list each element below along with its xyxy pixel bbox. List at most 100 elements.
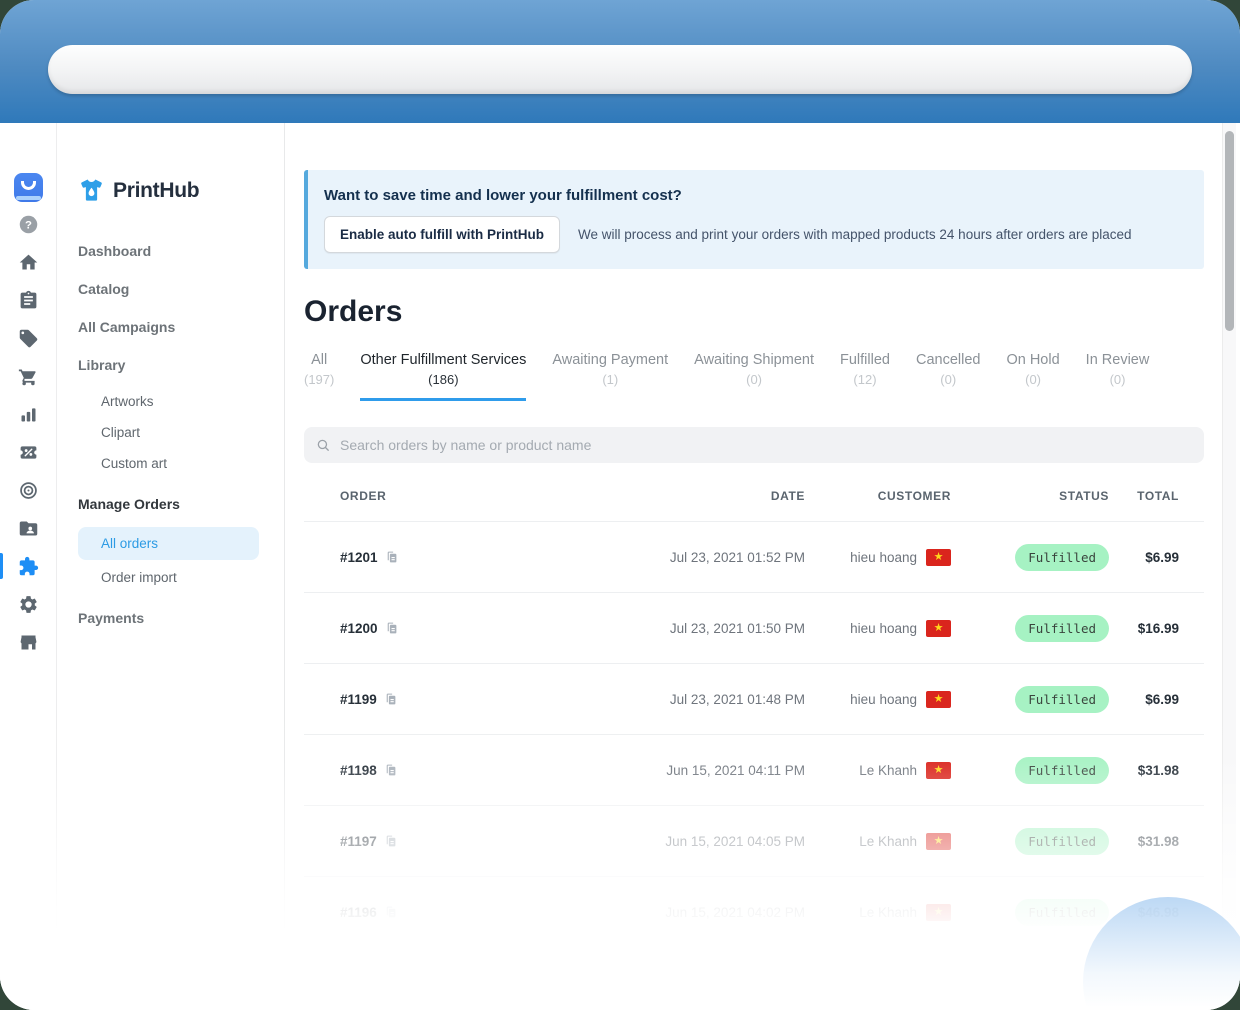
order-total: $31.98 [1137, 762, 1179, 778]
tab-count: (0) [1025, 372, 1042, 387]
app-body: ? PrintHub Dashboard Catalog All Campaigns… [0, 123, 1240, 1010]
tab-label: Other Fulfillment Services [360, 352, 527, 368]
tab-label: Awaiting Shipment [694, 352, 814, 368]
vietnam-flag-icon: ★ [926, 903, 951, 921]
app-logo-icon[interactable] [0, 169, 57, 205]
order-number[interactable]: #1200 [340, 621, 378, 636]
online-store-icon[interactable] [0, 623, 57, 661]
tab-awaiting-payment[interactable]: Awaiting Payment (1) [552, 352, 668, 401]
status-cell: Fulfilled [951, 898, 1109, 926]
table-row[interactable]: #1200 Jul 23, 2021 01:50 PM hieu hoang ★ Ful… [304, 592, 1204, 663]
enable-auto-fulfill-button[interactable]: Enable auto fulfill with PrintHub [324, 216, 560, 253]
order-date: Jun 15, 2021 04:11 PM [666, 762, 805, 778]
order-total: $16.99 [1137, 620, 1179, 636]
order-date: Jul 23, 2021 01:52 PM [669, 549, 805, 565]
customer-cell: Le Khanh ★ [805, 832, 951, 850]
apps-puzzle-icon[interactable] [0, 547, 57, 585]
vietnam-flag-icon: ★ [926, 832, 951, 850]
table-row[interactable]: #1198 Jun 15, 2021 04:11 PM Le Khanh ★ Fulfi… [304, 734, 1204, 805]
table-row[interactable]: #1196 Jun 15, 2021 04:02 PM Le Khanh ★ Fulfi… [304, 876, 1204, 947]
status-cell: Fulfilled [951, 756, 1109, 784]
search-input[interactable] [338, 436, 1192, 454]
customer-name: hieu hoang [850, 549, 917, 565]
address-bar[interactable] [48, 45, 1192, 94]
analytics-chart-icon[interactable] [0, 395, 57, 433]
status-cell: Fulfilled [951, 543, 1109, 571]
tab-count: (12) [853, 372, 877, 387]
app-window: ? PrintHub Dashboard Catalog All Campaigns… [0, 0, 1240, 1010]
customers-folder-icon[interactable] [0, 509, 57, 547]
sidebar-item-library[interactable]: Library [57, 350, 284, 380]
tab-label: In Review [1085, 352, 1150, 368]
customer-name: Le Khanh [859, 762, 917, 778]
tab-other-fulfillment-services[interactable]: Other Fulfillment Services (186) [360, 352, 527, 401]
table-row[interactable]: #1197 Jun 15, 2021 04:05 PM Le Khanh ★ Fulfi… [304, 805, 1204, 876]
order-total: $6.99 [1145, 691, 1179, 707]
sidebar-item-artworks[interactable]: Artworks [57, 388, 284, 415]
promo-banner: Want to save time and lower your fulfill… [304, 170, 1204, 269]
status-badge: Fulfilled [1015, 614, 1109, 642]
tab-label: On Hold [1006, 352, 1060, 368]
tab-count: (0) [746, 372, 763, 387]
search-bar [304, 427, 1204, 463]
order-id-cell: #1200 [340, 621, 555, 636]
order-id-cell: #1198 [340, 763, 555, 778]
table-header-row: ORDER DATE CUSTOMER STATUS TOTAL [304, 463, 1204, 521]
order-id-cell: #1201 [340, 550, 555, 565]
customer-name: Le Khanh [859, 904, 917, 920]
status-cell: Fulfilled [951, 827, 1109, 855]
copy-order-icon[interactable] [385, 550, 398, 564]
order-status-tabs: All (197) Other Fulfillment Services (186) A… [304, 352, 1204, 401]
status-badge: Fulfilled [1015, 685, 1109, 713]
tab-cancelled[interactable]: Cancelled (0) [916, 352, 981, 401]
column-header-status: STATUS [1059, 489, 1109, 503]
order-number[interactable]: #1201 [340, 550, 378, 565]
order-number[interactable]: #1197 [340, 834, 377, 849]
tab-in-review[interactable]: In Review (0) [1086, 352, 1150, 401]
sidebar-item-manage-orders[interactable]: Manage Orders [57, 489, 284, 519]
sidebar-item-all-campaigns[interactable]: All Campaigns [57, 312, 284, 342]
browser-chrome [0, 0, 1240, 123]
order-number[interactable]: #1199 [340, 692, 377, 707]
order-number[interactable]: #1198 [340, 763, 377, 778]
customer-name: Le Khanh [859, 833, 917, 849]
sidebar-item-payments[interactable]: Payments [57, 603, 284, 633]
copy-order-icon[interactable] [385, 621, 398, 635]
main-content: Want to save time and lower your fulfill… [285, 123, 1240, 1010]
discount-icon[interactable] [0, 433, 57, 471]
sidebar-item-catalog[interactable]: Catalog [57, 274, 284, 304]
sidebar-item-order-import[interactable]: Order import [57, 564, 284, 591]
copy-order-icon[interactable] [384, 834, 397, 848]
customer-cell: hieu hoang ★ [805, 690, 951, 708]
settings-gear-icon[interactable] [0, 585, 57, 623]
table-row[interactable]: #1201 Jul 23, 2021 01:52 PM hieu hoang ★ Ful… [304, 521, 1204, 592]
printhub-logo: PrintHub [57, 177, 284, 204]
order-number[interactable]: #1196 [340, 905, 377, 920]
tab-all[interactable]: All (197) [304, 352, 334, 401]
tab-fulfilled[interactable]: Fulfilled (12) [840, 352, 890, 401]
banner-description: We will process and print your orders wi… [578, 227, 1132, 242]
tab-label: All [311, 352, 328, 368]
help-icon[interactable]: ? [0, 205, 57, 243]
marketing-target-icon[interactable] [0, 471, 57, 509]
cart-icon[interactable] [0, 357, 57, 395]
customer-cell: Le Khanh ★ [805, 903, 951, 921]
tab-on-hold[interactable]: On Hold (0) [1006, 352, 1059, 401]
sidebar-item-custom-art[interactable]: Custom art [57, 450, 284, 477]
copy-order-icon[interactable] [384, 905, 397, 919]
tab-awaiting-shipment[interactable]: Awaiting Shipment (0) [694, 352, 814, 401]
scrollbar-thumb[interactable] [1225, 131, 1234, 331]
copy-order-icon[interactable] [384, 763, 397, 777]
sidebar-item-clipart[interactable]: Clipart [57, 419, 284, 446]
sidebar-item-dashboard[interactable]: Dashboard [57, 236, 284, 266]
tab-count: (0) [1109, 372, 1126, 387]
orders-clipboard-icon[interactable] [0, 281, 57, 319]
table-row[interactable]: #1199 Jul 23, 2021 01:48 PM hieu hoang ★ Ful… [304, 663, 1204, 734]
tab-count: (186) [428, 372, 459, 387]
vietnam-flag-icon: ★ [926, 548, 951, 566]
home-icon[interactable] [0, 243, 57, 281]
copy-order-icon[interactable] [384, 692, 397, 706]
order-id-cell: #1199 [340, 692, 555, 707]
products-tag-icon[interactable] [0, 319, 57, 357]
sidebar-item-all-orders[interactable]: All orders [78, 527, 259, 560]
